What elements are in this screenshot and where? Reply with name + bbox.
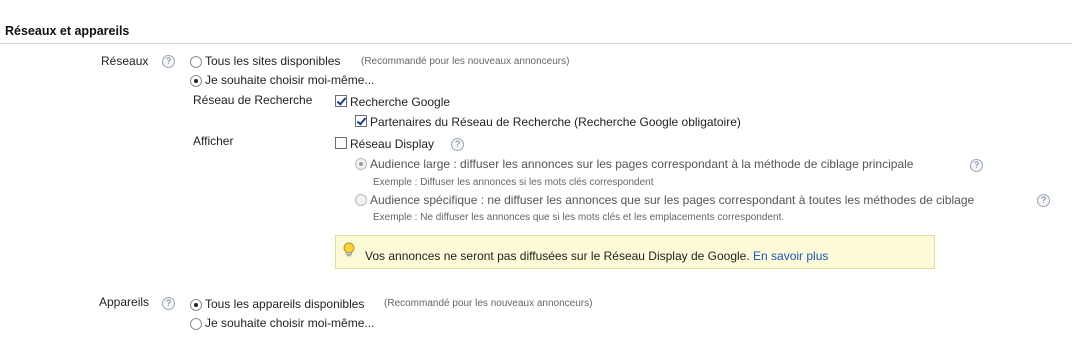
radio-all-devices[interactable]: [190, 299, 202, 311]
devices-option-all[interactable]: [190, 299, 202, 314]
radio-audience-specific[interactable]: [355, 194, 367, 206]
devices-option-custom-label[interactable]: Je souhaite choisir moi-même...: [205, 316, 374, 330]
devices-recommended-note: (Recommandé pour les nouveaux annonceurs…: [384, 298, 593, 309]
audience-broad-help-icon[interactable]: ?: [970, 159, 983, 172]
section-divider: [0, 43, 1072, 44]
display-network-checkbox[interactable]: [335, 137, 347, 152]
audience-broad-example: Exemple : Diffuser les annonces si les m…: [373, 177, 654, 188]
google-search-label[interactable]: Recherche Google: [350, 95, 450, 109]
networks-option-all-label[interactable]: Tous les sites disponibles: [205, 54, 340, 68]
radio-all-sites[interactable]: [190, 56, 202, 68]
audience-broad-label[interactable]: Audience large : diffuser les annonces s…: [370, 157, 913, 171]
audience-specific-help-icon[interactable]: ?: [1037, 194, 1050, 207]
search-partners-checkbox[interactable]: [355, 115, 367, 130]
lightbulb-icon: [343, 242, 355, 257]
devices-option-all-label[interactable]: Tous les appareils disponibles: [205, 297, 364, 311]
audience-specific-example: Exemple : Ne diffuser les annonces que s…: [373, 212, 785, 223]
learn-more-link[interactable]: En savoir plus: [753, 249, 828, 263]
google-search-checkbox[interactable]: [335, 95, 347, 110]
devices-label: Appareils: [99, 295, 150, 309]
display-info-box: Vos annonces ne seront pas diffusées sur…: [335, 235, 935, 269]
audience-broad-option[interactable]: [355, 158, 367, 173]
networks-option-custom[interactable]: [190, 75, 202, 90]
info-message: Vos annonces ne seront pas diffusées sur…: [365, 249, 828, 263]
display-help-icon[interactable]: ?: [451, 138, 464, 151]
checkbox-search-partners[interactable]: [355, 115, 367, 127]
networks-option-custom-label[interactable]: Je souhaite choisir moi-même...: [205, 73, 374, 87]
checkbox-display-network[interactable]: [335, 137, 347, 149]
radio-choose-myself[interactable]: [190, 75, 202, 87]
audience-specific-option[interactable]: [355, 194, 367, 209]
search-partners-label[interactable]: Partenaires du Réseau de Recherche (Rech…: [370, 115, 741, 129]
info-message-text: Vos annonces ne seront pas diffusées sur…: [365, 249, 750, 263]
devices-help-icon[interactable]: ?: [162, 297, 175, 310]
networks-help-icon[interactable]: ?: [162, 55, 175, 68]
networks-option-all[interactable]: [190, 56, 202, 71]
radio-audience-broad[interactable]: [355, 158, 367, 170]
devices-option-custom[interactable]: [190, 318, 202, 333]
display-network-label[interactable]: Réseau Display: [350, 137, 434, 151]
networks-label: Réseaux: [101, 54, 149, 68]
display-label: Afficher: [193, 134, 234, 148]
section-title: Réseaux et appareils: [5, 24, 130, 38]
radio-devices-choose-myself[interactable]: [190, 318, 202, 330]
recommended-note: (Recommandé pour les nouveaux annonceurs…: [361, 56, 570, 67]
audience-specific-label[interactable]: Audience spécifique : ne diffuser les an…: [370, 193, 974, 207]
checkbox-google-search[interactable]: [335, 95, 347, 107]
search-network-label: Réseau de Recherche: [193, 93, 313, 107]
